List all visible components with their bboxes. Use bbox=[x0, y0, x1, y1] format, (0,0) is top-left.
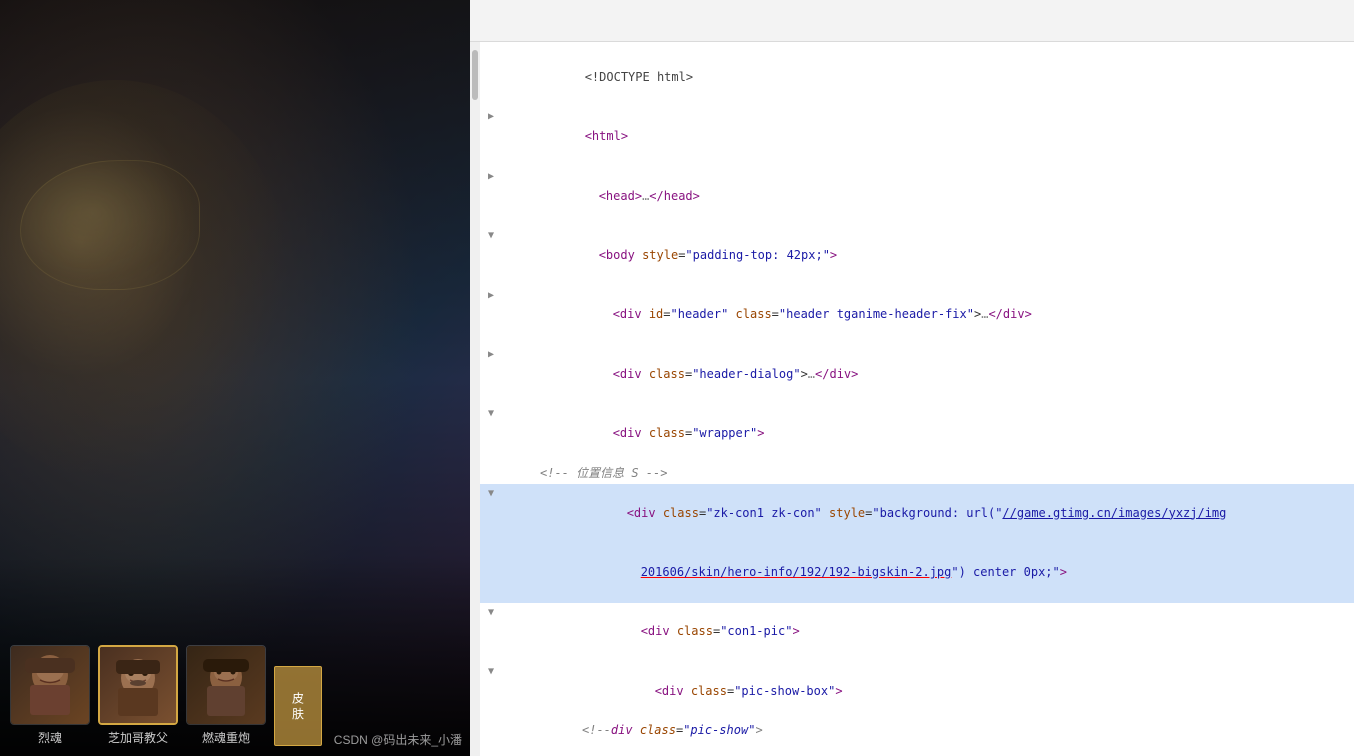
code-line-comment-pos[interactable]: <!-- 位置信息 S --> bbox=[480, 464, 1354, 484]
code-line-comment-picshow[interactable]: <!--div class="pic-show"> bbox=[480, 721, 1354, 741]
left-scrollbar[interactable] bbox=[470, 42, 480, 756]
code-line-header-dialog[interactable]: ▶ <div class="header-dialog">…</div> bbox=[480, 345, 1354, 404]
arrow-con1pic[interactable]: ▼ bbox=[484, 603, 498, 623]
thumb-label-ranhun: 燃魂重炮 bbox=[202, 729, 250, 746]
tabs-row-overlay bbox=[470, 4, 1354, 42]
code-line-con1pic[interactable]: ▼ <div class="con1-pic"> bbox=[480, 603, 1354, 662]
thumb-zhijia[interactable]: 芝加哥教父 bbox=[98, 645, 178, 746]
arrow-zkcon[interactable]: ▼ bbox=[484, 484, 498, 504]
thumb-img-zhijia[interactable] bbox=[98, 645, 178, 725]
code-line-picshow1[interactable]: <div class="pic-show1 pic-show3"> bbox=[480, 741, 1354, 756]
thumb-label-zhijia: 芝加哥教父 bbox=[108, 729, 168, 746]
arrow-wrapper[interactable]: ▼ bbox=[484, 404, 498, 424]
code-line-head[interactable]: ▶ <head>…</head> bbox=[480, 167, 1354, 226]
arrow-picshowbox[interactable]: ▼ bbox=[484, 662, 498, 682]
game-screenshot-panel: 烈魂 芝加哥教父 bbox=[0, 0, 470, 756]
code-line-body[interactable]: ▼ <body style="padding-top: 42px;"> bbox=[480, 226, 1354, 285]
thumb-ranhun[interactable]: 燃魂重炮 bbox=[186, 645, 266, 746]
code-line-div-header[interactable]: ▶ <div id="header" class="header tganime… bbox=[480, 286, 1354, 345]
code-wrapper: <!DOCTYPE html> ▶ <html> ▶ <head>…</head… bbox=[470, 42, 1354, 756]
thumb-img-ranhun[interactable] bbox=[186, 645, 266, 725]
arrow-html[interactable]: ▶ bbox=[484, 107, 498, 127]
code-line-wrapper[interactable]: ▼ <div class="wrapper"> bbox=[480, 404, 1354, 463]
arrow-head[interactable]: ▶ bbox=[484, 167, 498, 187]
skin-button[interactable]: 皮 肤 bbox=[274, 666, 322, 746]
thumb-liehu[interactable]: 烈魂 bbox=[10, 645, 90, 746]
code-line-picshowbox[interactable]: ▼ <div class="pic-show-box"> bbox=[480, 662, 1354, 721]
scrollbar-thumb[interactable] bbox=[472, 50, 478, 100]
portrait-liehu bbox=[11, 646, 89, 724]
arrow-header-dialog[interactable]: ▶ bbox=[484, 345, 498, 365]
csdn-watermark: CSDN @码出未来_小潘 bbox=[334, 731, 462, 748]
code-line-zkcon[interactable]: ▼ <div class="zk-con1 zk-con" style="bac… bbox=[480, 484, 1354, 543]
thumb-label-liehu: 烈魂 bbox=[38, 729, 62, 746]
arrow-div-header[interactable]: ▶ bbox=[484, 286, 498, 306]
code-line-doctype[interactable]: <!DOCTYPE html> bbox=[480, 48, 1354, 107]
portrait-zhijia bbox=[100, 647, 176, 723]
thumb-img-liehu[interactable] bbox=[10, 645, 90, 725]
devtools-panel: 元素控制台CSS 概述 ▲源代码网络性能内存应用程序»+ <!DOCTYPE h… bbox=[470, 0, 1354, 756]
code-line-zkcon-url[interactable]: 201606/skin/hero-info/192/192-bigskin-2.… bbox=[480, 543, 1354, 602]
portrait-ranhun bbox=[187, 646, 265, 724]
arrow-body[interactable]: ▼ bbox=[484, 226, 498, 246]
code-line-html[interactable]: ▶ <html> bbox=[480, 107, 1354, 166]
code-scroll-area[interactable]: <!DOCTYPE html> ▶ <html> ▶ <head>…</head… bbox=[480, 42, 1354, 756]
